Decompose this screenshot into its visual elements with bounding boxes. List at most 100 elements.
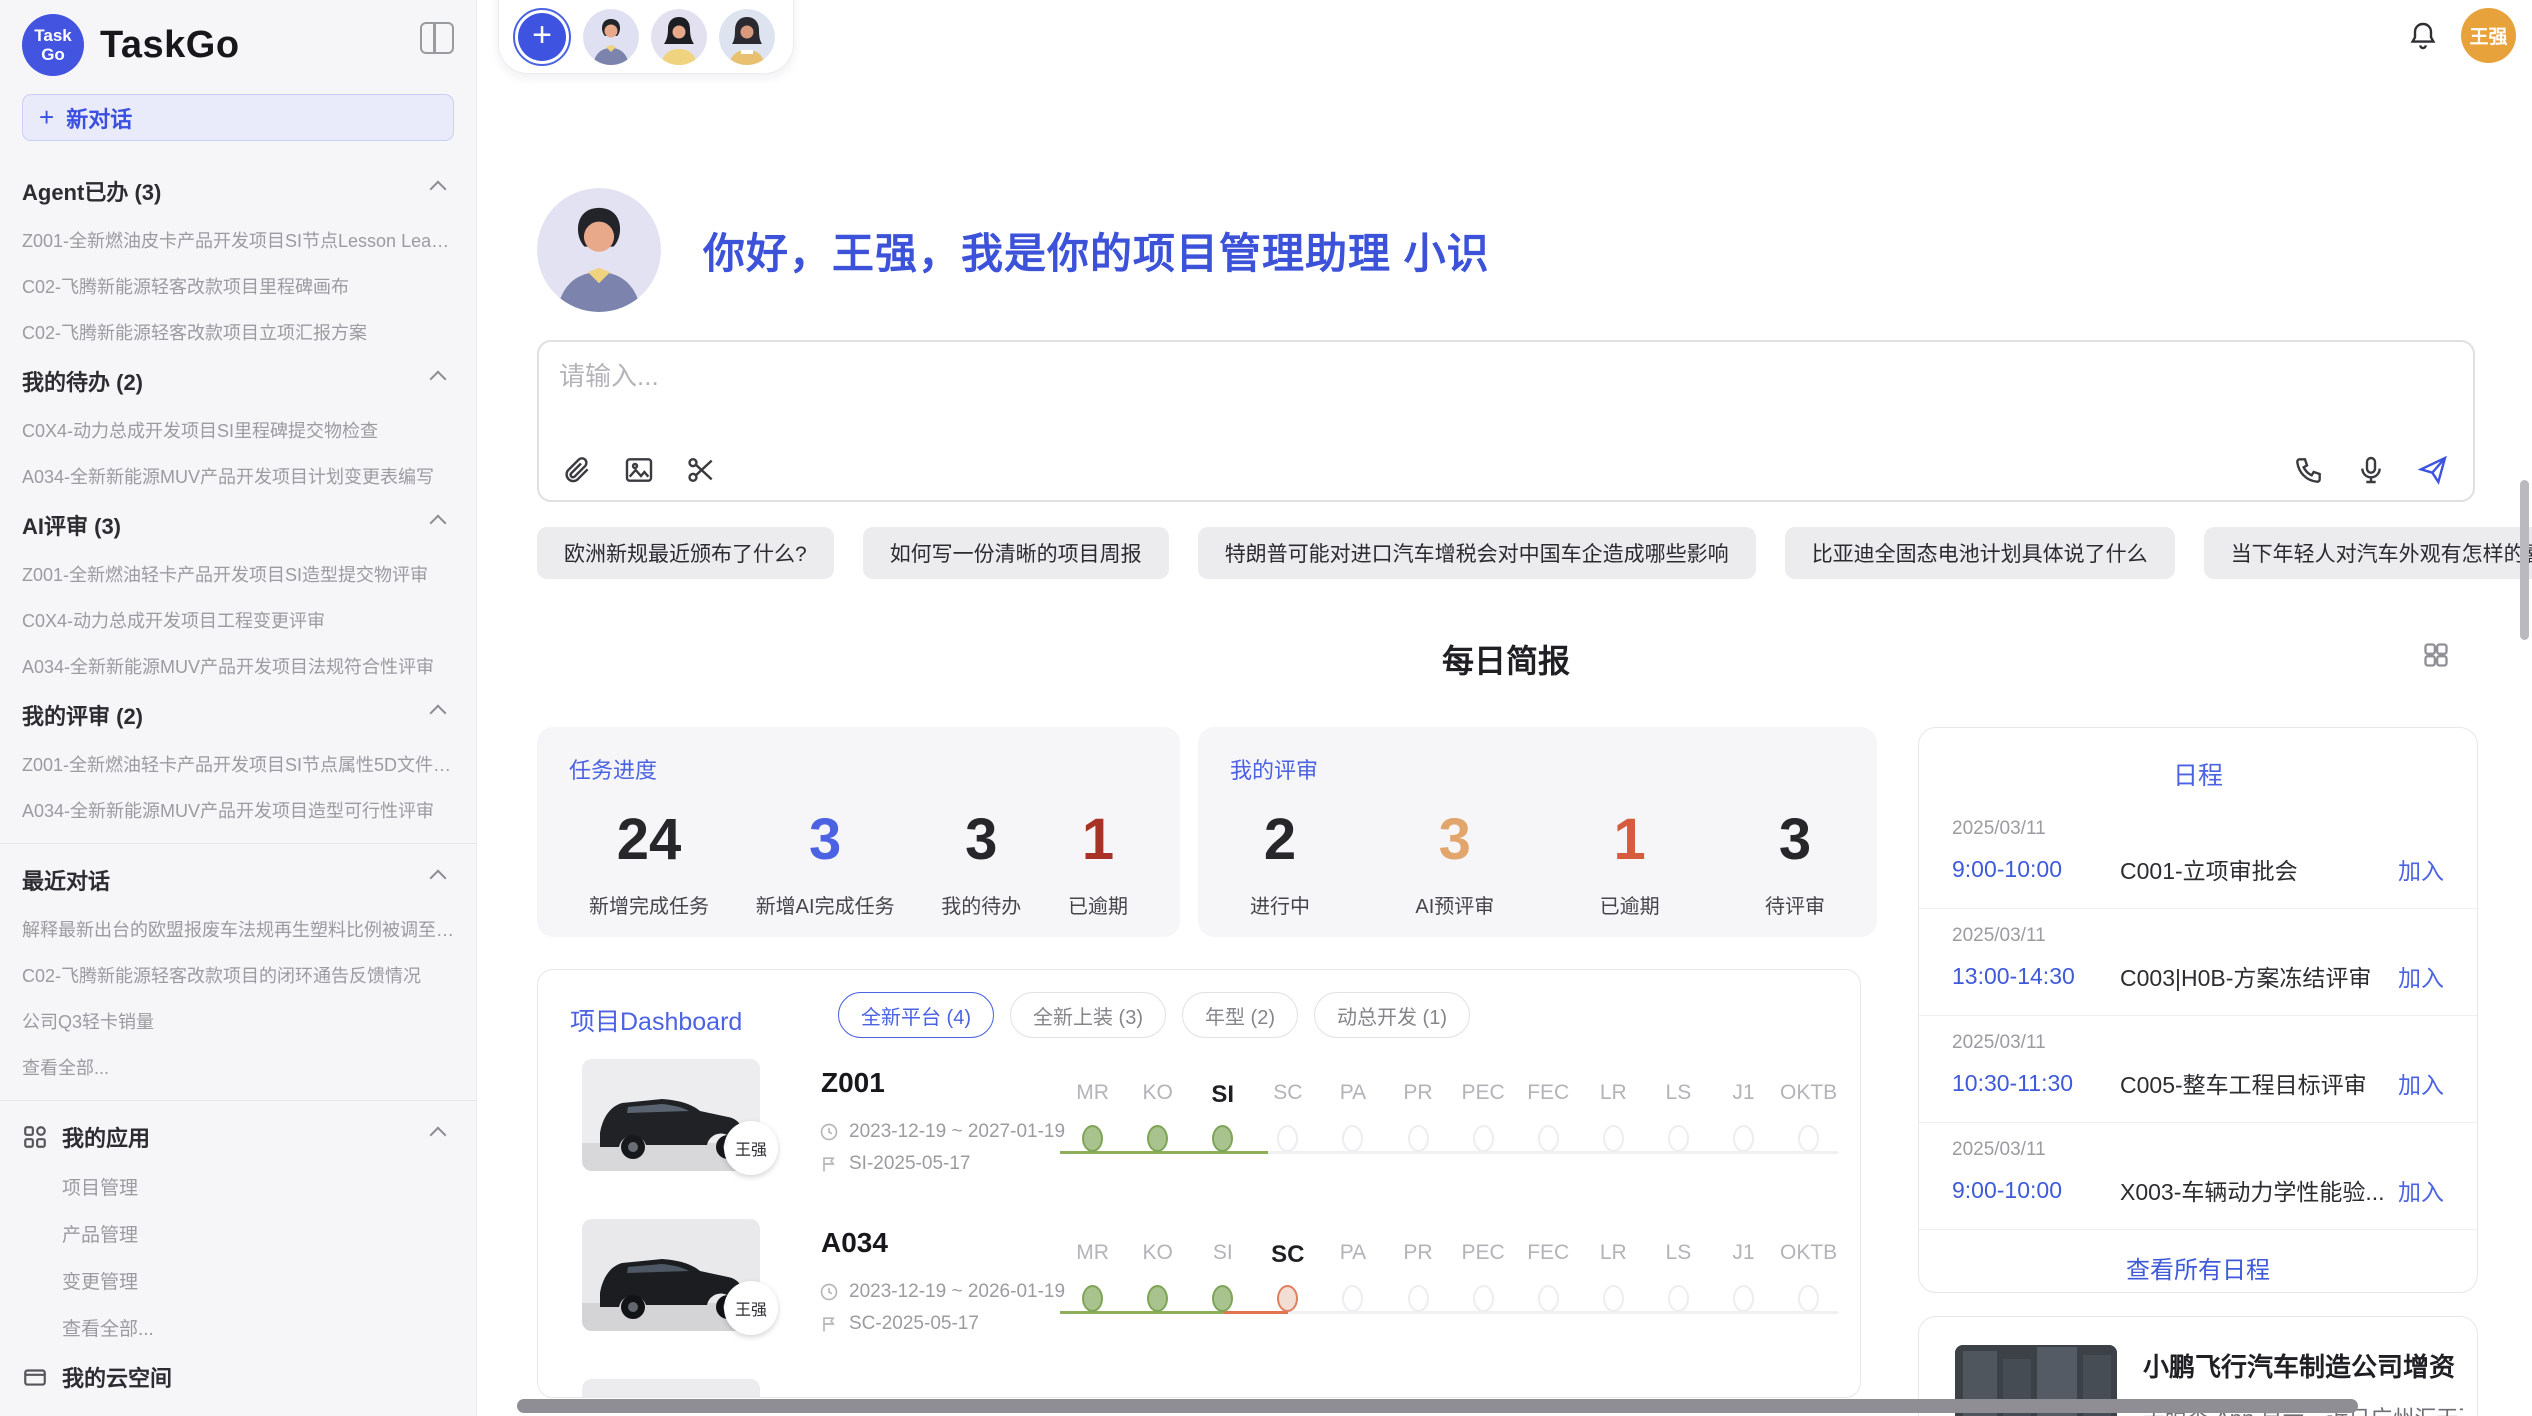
list-item[interactable]: A034-全新新能源MUV产品开发项目法规符合性评审 [0,643,476,689]
tab-model-year[interactable]: 年型 (2) [1182,992,1298,1038]
add-agent-button[interactable]: + [513,8,571,66]
list-item[interactable]: A034-全新新能源MUV产品开发项目计划变更表编写 [0,453,476,499]
chevron-up-icon[interactable] [430,515,447,532]
view-all-schedule-link[interactable]: 查看所有日程 [1919,1230,2477,1293]
section-agent-done[interactable]: Agent已办 (3) [0,165,476,217]
milestone-dot-pending [1538,1125,1559,1152]
scissors-icon[interactable] [685,454,717,486]
quick-access-bar: + [498,0,794,74]
clock-icon [819,1122,839,1142]
sidebar-nav: Agent已办 (3) Z001-全新燃油皮卡产品开发项目SI节点Lesson … [0,155,476,1416]
section-my-review[interactable]: 我的评审 (2) [0,689,476,741]
milestone-dot-pending [1668,1285,1689,1312]
schedule-time: 10:30-11:30 [1952,1070,2120,1097]
list-item[interactable]: 公司Q3轻卡销量 [0,998,476,1044]
apps-view-all[interactable]: 查看全部... [0,1304,476,1351]
chevron-up-icon[interactable] [430,870,447,887]
avatar[interactable] [651,9,707,65]
suggestion-chip[interactable]: 比亚迪全固态电池计划具体说了什么 [1785,527,2175,579]
suggestion-chip[interactable]: 当下年轻人对汽车外观有怎样的喜好趋势 [2204,527,2532,579]
milestone-dot-pending [1538,1285,1559,1312]
paperclip-icon[interactable] [561,454,593,486]
phone-icon[interactable] [2293,454,2325,486]
layout-grid-icon[interactable] [2422,641,2450,669]
list-item[interactable]: C02-飞腾新能源轻客改款项目里程碑画布 [0,263,476,309]
section-ai-review[interactable]: AI评审 (3) [0,499,476,551]
list-item[interactable]: C0X4-动力总成开发项目工程变更评审 [0,597,476,643]
project-code: Z001 [821,1067,885,1099]
avatar[interactable] [583,9,639,65]
avatar[interactable] [719,9,775,65]
send-icon[interactable] [2417,454,2449,486]
divider [0,843,476,844]
join-button[interactable]: 加入 [2398,1173,2444,1207]
mic-icon[interactable] [2355,454,2387,486]
list-item[interactable]: 解释最新出台的欧盟报废车法规再生塑料比例被调至15%... [0,906,476,952]
project-row[interactable]: 王强 A034 2023-12-19 ~ 2026-01-19 SC-2025-… [582,1219,1842,1359]
notifications-bell-icon[interactable] [2407,18,2439,54]
new-chat-button[interactable]: + 新对话 [22,94,454,141]
horizontal-scrollbar[interactable] [517,1399,2358,1413]
project-row[interactable]: 王强 Z001 2023-12-19 ~ 2027-01-19 SI-2025-… [582,1059,1842,1199]
list-item[interactable]: Z001-全新燃油皮卡产品开发项目SI节点Lesson Learn报告 [0,217,476,263]
top-right-controls: 王强 [2407,8,2516,63]
schedule-date: 2025/03/11 [1952,818,2444,840]
stat-new-ai-done: 3新增AI完成任务 [756,785,895,937]
chevron-up-icon[interactable] [430,371,447,388]
join-button[interactable]: 加入 [2398,959,2444,993]
tab-new-body[interactable]: 全新上装 (3) [1010,992,1166,1038]
project-owner-badge: 王强 [724,1121,778,1175]
chevron-up-icon[interactable] [430,705,447,722]
chat-input[interactable] [559,356,2449,442]
milestone: LS [1646,1059,1711,1152]
vertical-scrollbar[interactable] [2520,480,2529,640]
milestone-dot-pending [1603,1285,1624,1312]
milestone: OKTB [1776,1219,1841,1312]
chevron-up-icon[interactable] [430,1127,447,1144]
assistant-avatar [537,188,661,312]
milestone: FEC [1516,1219,1581,1312]
project-row[interactable] [582,1379,1842,1398]
tab-powertrain[interactable]: 动总开发 (1) [1314,992,1470,1038]
greeting-section: 你好，王强，我是你的项目管理助理 小识 [537,188,1490,312]
user-avatar[interactable]: 王强 [2461,8,2516,63]
apps-grid-icon [22,1124,48,1150]
list-item[interactable]: C02-飞腾新能源轻客改款项目的闭环通告反馈情况 [0,952,476,998]
sidebar-item-project-mgmt[interactable]: 项目管理 [0,1163,476,1210]
dashboard-title: 项目Dashboard [570,1002,742,1038]
list-item[interactable]: Z001-全新燃油轻卡产品开发项目SI节点属性5D文件评审 [0,741,476,787]
join-button[interactable]: 加入 [2398,1066,2444,1100]
milestone: LR [1581,1219,1646,1312]
sidebar-item-change-mgmt[interactable]: 变更管理 [0,1257,476,1304]
sidebar-item-product-mgmt[interactable]: 产品管理 [0,1210,476,1257]
list-item[interactable]: C0X4-动力总成开发项目SI里程碑提交物检查 [0,407,476,453]
section-recent-chats[interactable]: 最近对话 [0,854,476,906]
milestone-dot-pending [1473,1285,1494,1312]
tab-new-platform[interactable]: 全新平台 (4) [838,992,994,1038]
list-item[interactable]: Z001-全新燃油轻卡产品开发项目SI造型提交物评审 [0,551,476,597]
section-my-todo[interactable]: 我的待办 (2) [0,355,476,407]
milestone-dot-pending [1473,1125,1494,1152]
recent-view-all[interactable]: 查看全部... [0,1044,476,1090]
sidebar-item-my-favorites[interactable]: 我的收藏 [0,1403,476,1416]
suggestion-chip[interactable]: 如何写一份清晰的项目周报 [863,527,1169,579]
collapse-sidebar-icon[interactable] [420,22,454,54]
card-title: 任务进度 [569,753,657,785]
suggestion-chip[interactable]: 欧洲新规最近颁布了什么? [537,527,834,579]
chevron-up-icon[interactable] [430,181,447,198]
plus-icon: + [518,13,566,61]
milestone-dot-pending [1668,1125,1689,1152]
list-item[interactable]: A034-全新新能源MUV产品开发项目造型可行性评审 [0,787,476,833]
milestone-dot-overdue [1277,1285,1298,1312]
task-progress-card: 任务进度 24新增完成任务 3新增AI完成任务 3我的待办 1已逾期 [537,727,1180,937]
image-icon[interactable] [623,454,655,486]
sidebar-item-my-cloud[interactable]: 我的云空间 [0,1351,476,1403]
suggestion-chip[interactable]: 特朗普可能对进口汽车增税会对中国车企造成哪些影响 [1198,527,1756,579]
my-apps-label: 我的应用 [62,1121,150,1153]
milestone: SC [1255,1059,1320,1152]
join-button[interactable]: 加入 [2398,852,2444,886]
milestone: FEC [1516,1059,1581,1152]
list-item[interactable]: C02-飞腾新能源轻客改款项目立项汇报方案 [0,309,476,355]
stat-overdue: 1已逾期 [1600,785,1660,937]
sidebar-item-my-apps[interactable]: 我的应用 [0,1111,476,1163]
